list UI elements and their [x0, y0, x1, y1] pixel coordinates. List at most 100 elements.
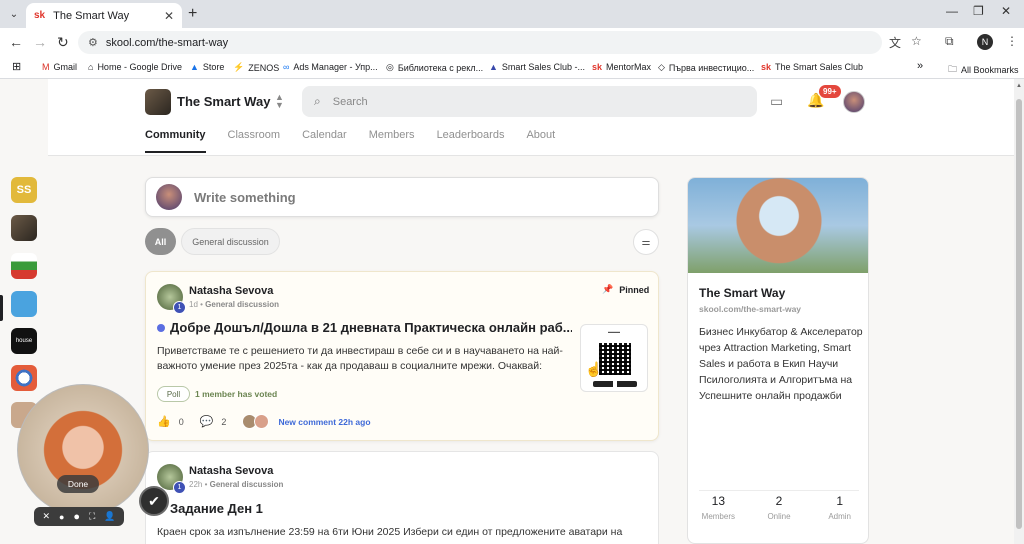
bookmark-mentormax[interactable]: sk MentorMax	[592, 62, 651, 72]
stat-online[interactable]: 2 Online	[749, 494, 810, 521]
address-bar[interactable]: ⚙ skool.com/the-smart-way	[78, 31, 882, 54]
smart-sales-icon: ▲	[489, 62, 498, 72]
group-name[interactable]: The Smart Way	[177, 94, 270, 109]
stats-divider	[699, 490, 859, 491]
stat-members[interactable]: 13 Members	[688, 494, 749, 521]
group-switcher-icon[interactable]: ▲ ▼	[275, 93, 284, 110]
community-url[interactable]: skool.com/the-smart-way	[699, 304, 801, 314]
filter-general-discussion-chip[interactable]: General discussion	[181, 228, 280, 255]
back-icon[interactable]: ←	[9, 34, 23, 50]
url-text: skool.com/the-smart-way	[105, 36, 229, 49]
group-logo[interactable]	[145, 89, 171, 115]
more-bookmarks-icon[interactable]: »	[917, 60, 923, 72]
extensions-icon[interactable]: ⧉	[945, 34, 954, 49]
webcam-close-icon[interactable]: ✕	[42, 511, 50, 522]
menu-kebab-icon[interactable]: ⋮	[1006, 34, 1018, 48]
gmail-icon: M	[42, 62, 50, 72]
bookmark-first-investment[interactable]: ◇ Първа инвестицио...	[658, 62, 754, 73]
like-count: 0	[178, 416, 184, 427]
new-tab-icon[interactable]: +	[188, 5, 197, 23]
minimize-icon[interactable]: —	[946, 4, 958, 18]
webcam-done-button[interactable]: Done	[57, 475, 99, 493]
close-window-icon[interactable]: ✕	[1001, 4, 1011, 18]
tab-calendar[interactable]: Calendar	[302, 129, 347, 153]
apps-grid-icon[interactable]: ⊞	[12, 60, 21, 73]
bookmark-smart-sales-club[interactable]: ▲ Smart Sales Club -...	[489, 62, 585, 72]
webcam-person-icon[interactable]: 👤	[104, 511, 115, 522]
tab-classroom[interactable]: Classroom	[228, 129, 281, 153]
new-comment-link[interactable]: New comment 22h ago	[278, 417, 370, 427]
post-author[interactable]: Natasha Sevova	[189, 285, 273, 297]
rail-community-bg-flag[interactable]	[11, 253, 37, 279]
notification-badge[interactable]: 99+	[819, 85, 841, 98]
post-body: Приветстваме те с решението ти да инвест…	[157, 345, 563, 372]
rail-community-ss[interactable]: SS	[11, 177, 37, 203]
author-level-badge: 1	[173, 301, 186, 314]
commenter-avatar	[254, 414, 270, 429]
restore-icon[interactable]: ❐	[973, 4, 984, 18]
scroll-up-icon[interactable]: ▲	[1016, 83, 1022, 89]
tab-about[interactable]: About	[526, 129, 555, 153]
scroll-thumb[interactable]	[1016, 99, 1022, 529]
library-icon: ◎	[386, 62, 394, 72]
like-icon[interactable]: 👍	[157, 415, 171, 428]
webcam-dot-large-icon[interactable]: ●	[73, 511, 80, 523]
webcam-confirm-check-icon[interactable]: ✔	[139, 486, 169, 516]
profile-avatar[interactable]: N	[977, 34, 993, 50]
store-icon: ▲	[190, 62, 199, 72]
post-title[interactable]: Задание Ден 1	[170, 501, 263, 516]
site-info-icon[interactable]: ⚙	[88, 36, 98, 49]
browser-tab-strip: ⌄ sk The Smart Way ✕ + — ❐ ✕	[0, 0, 1024, 28]
tab-search-chevron-icon[interactable]: ⌄	[4, 4, 24, 24]
post-category[interactable]: General discussion	[210, 480, 284, 489]
tab-community[interactable]: Community	[145, 129, 206, 153]
comment-icon[interactable]: 💬	[200, 415, 214, 428]
user-avatar[interactable]	[843, 91, 865, 113]
rail-community-cat[interactable]	[11, 291, 37, 317]
bookmark-ads-manager[interactable]: ∞ Ads Manager - Упр...	[283, 62, 378, 72]
translate-icon[interactable]: 文	[889, 34, 901, 51]
search-icon: ⌕	[314, 94, 321, 108]
webcam-bubble[interactable]	[17, 384, 149, 516]
post-thumbnail[interactable]: ▬▬▬	[580, 324, 648, 392]
rail-community-smart-way[interactable]	[11, 215, 37, 241]
post-composer[interactable]: Write something	[145, 177, 659, 217]
post-category[interactable]: General discussion	[205, 300, 279, 309]
zenos-icon: ⚡	[233, 62, 245, 72]
close-tab-icon[interactable]: ✕	[164, 9, 174, 23]
all-bookmarks[interactable]: 🗀 All Bookmarks	[948, 62, 1019, 78]
bookmark-google-drive[interactable]: ⌂ Home - Google Drive	[88, 62, 182, 72]
composer-placeholder: Write something	[194, 189, 296, 205]
community-stats: 13 Members 2 Online 1 Admin	[688, 494, 868, 521]
post-meta: 1d • General discussion	[189, 300, 279, 309]
bookmark-store[interactable]: ▲ Store	[190, 62, 224, 72]
feed-post[interactable]: 1 Natasha Sevova 22h • General discussio…	[145, 451, 659, 544]
rail-community-circle[interactable]	[11, 365, 37, 391]
qr-code-image	[599, 343, 631, 375]
reload-icon[interactable]: ↻	[57, 34, 69, 51]
bookmarks-bar: ⊞ M Gmail ⌂ Home - Google Drive ▲ Store ⚡ ZE…	[0, 57, 1024, 79]
webcam-dot-small-icon[interactable]: ●	[59, 512, 64, 522]
forward-icon[interactable]: →	[33, 34, 47, 50]
bookmark-zenos[interactable]: ⚡ ZENOS	[233, 62, 279, 73]
chat-icon[interactable]: ▭	[770, 93, 783, 110]
bookmark-ads-library[interactable]: ◎ Библиотека с рекл...	[386, 62, 483, 73]
page-scrollbar[interactable]: ▲	[1014, 79, 1024, 544]
bookmark-smart-sales-club-skool[interactable]: sk The Smart Sales Club	[761, 62, 863, 72]
bookmark-gmail[interactable]: M Gmail	[42, 62, 77, 72]
rail-community-house[interactable]: house	[11, 328, 37, 354]
webcam-fullscreen-icon[interactable]: ⛶	[89, 511, 95, 522]
filter-all-chip[interactable]: All	[145, 228, 176, 255]
tab-members[interactable]: Members	[369, 129, 415, 153]
tab-leaderboards[interactable]: Leaderboards	[437, 129, 505, 153]
filter-settings-icon[interactable]: ⚌	[633, 229, 659, 255]
stat-admin[interactable]: 1 Admin	[809, 494, 868, 521]
search-input[interactable]: ⌕ Search	[302, 86, 757, 117]
post-author[interactable]: Natasha Sevova	[189, 465, 273, 477]
post-title[interactable]: Добре Дошъл/Дошла в 21 дневната Практиче…	[157, 320, 572, 335]
poll-votes[interactable]: 1 member has voted	[195, 389, 277, 399]
pinned-post[interactable]: 1 Natasha Sevova 1d • General discussion…	[145, 271, 659, 441]
browser-tab[interactable]: sk The Smart Way ✕	[26, 3, 182, 28]
bookmark-star-icon[interactable]: ☆	[911, 34, 922, 48]
composer-avatar	[156, 184, 182, 210]
